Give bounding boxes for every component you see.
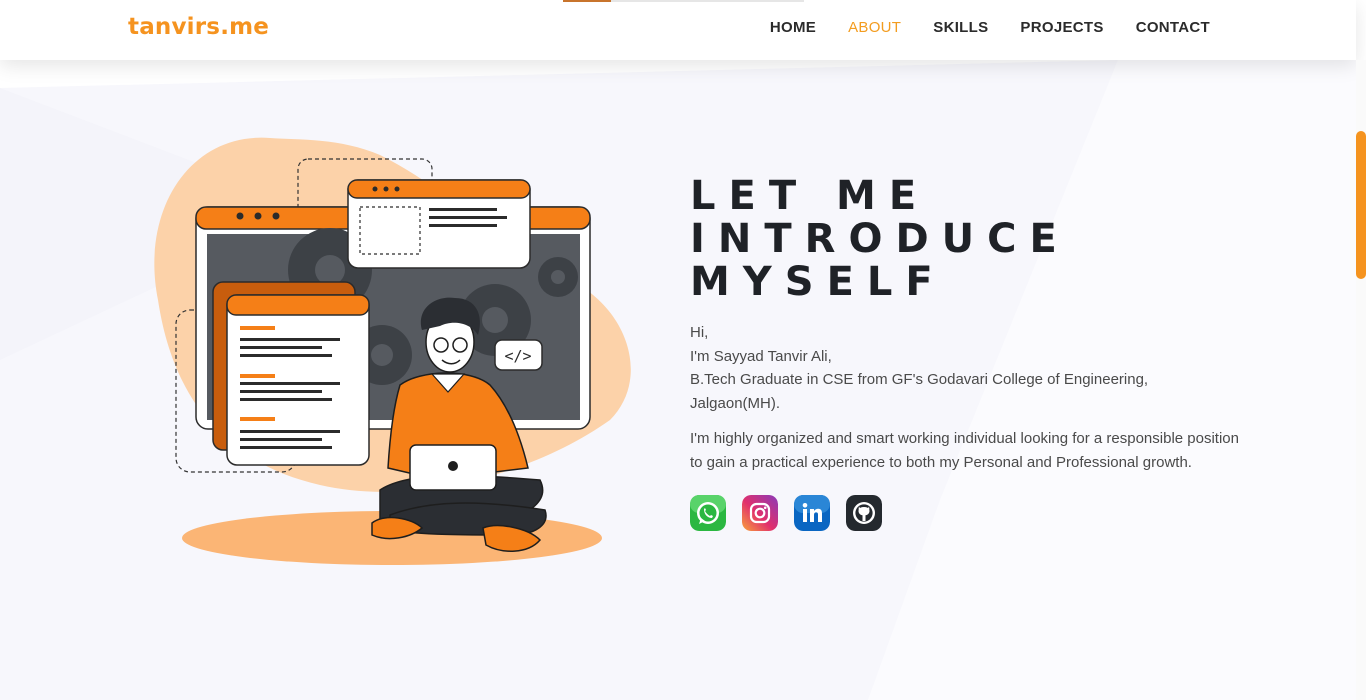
main-nav: HOME ABOUT SKILLS PROJECTS CONTACT bbox=[770, 19, 1210, 36]
heading-line: LET ME bbox=[690, 173, 930, 219]
nav-contact[interactable]: CONTACT bbox=[1136, 19, 1210, 36]
nav-home[interactable]: HOME bbox=[770, 19, 816, 36]
heading-line: MYSELF bbox=[690, 259, 946, 305]
about-heading: LET ME INTRODUCE MYSELF bbox=[690, 175, 1250, 304]
page-scrollbar-thumb[interactable] bbox=[1356, 131, 1366, 279]
site-header: tanvirs.me HOME ABOUT SKILLS PROJECTS CO… bbox=[0, 0, 1356, 60]
site-logo[interactable]: tanvirs.me bbox=[128, 14, 269, 40]
intro-line: B.Tech Graduate in CSE from GF's Godavar… bbox=[690, 371, 1149, 388]
instagram-icon[interactable] bbox=[742, 495, 778, 531]
github-icon[interactable] bbox=[846, 495, 882, 531]
linkedin-icon[interactable] bbox=[794, 495, 830, 531]
whatsapp-icon[interactable] bbox=[690, 495, 726, 531]
heading-line: INTRODUCE bbox=[690, 216, 1070, 262]
svg-text:</>: </> bbox=[504, 347, 531, 365]
intro-line: Jalgaon(MH). bbox=[690, 394, 781, 412]
nav-projects[interactable]: PROJECTS bbox=[1020, 19, 1103, 36]
scroll-progress-bar bbox=[563, 0, 804, 2]
scroll-progress-fill bbox=[563, 0, 612, 2]
about-section: LET ME INTRODUCE MYSELF Hi, I'm Sayyad T… bbox=[690, 175, 1250, 531]
nav-skills[interactable]: SKILLS bbox=[933, 19, 988, 36]
intro-text: Hi, I'm Sayyad Tanvir Ali, B.Tech Gradua… bbox=[690, 321, 1250, 415]
social-links bbox=[690, 495, 1250, 531]
developer-illustration: </> bbox=[154, 137, 631, 565]
nav-about[interactable]: ABOUT bbox=[848, 19, 901, 36]
intro-line: I'm Sayyad Tanvir Ali, bbox=[690, 347, 832, 365]
bio-text: I'm highly organized and smart working i… bbox=[690, 430, 1239, 471]
intro-line: Hi, bbox=[690, 324, 709, 341]
